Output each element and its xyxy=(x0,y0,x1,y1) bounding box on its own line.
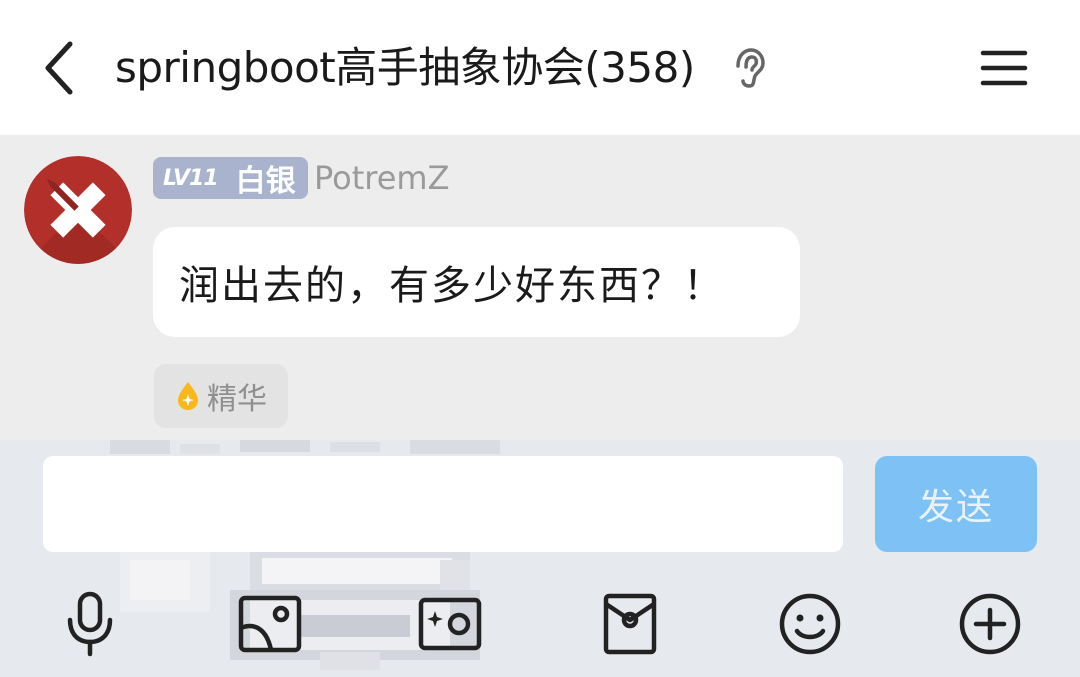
ear-icon[interactable] xyxy=(728,46,768,90)
composer: 发送 xyxy=(0,440,1080,677)
essence-tag[interactable]: 精华 xyxy=(154,364,288,428)
plus-icon[interactable] xyxy=(956,590,1024,658)
chat-area[interactable]: LV11 白银 PotremZ 润出去的，有多少好东西？！ 精华 xyxy=(0,135,1080,440)
avatar[interactable] xyxy=(24,156,132,264)
send-button[interactable]: 发送 xyxy=(875,456,1037,552)
group-title: springboot高手抽象协会(358) xyxy=(115,43,695,92)
essence-drop-icon xyxy=(178,382,198,410)
sender-name[interactable]: PotremZ xyxy=(314,157,450,199)
essence-label: 精华 xyxy=(207,382,267,417)
message-input[interactable] xyxy=(43,456,843,552)
camera-icon[interactable] xyxy=(416,590,484,658)
hamburger-menu-icon xyxy=(980,50,1028,86)
picture-icon[interactable] xyxy=(236,590,304,658)
rank-label: 白银 xyxy=(235,164,296,199)
level-label: LV11 xyxy=(163,165,219,191)
back-button[interactable] xyxy=(30,30,90,106)
level-badge: LV11 白银 xyxy=(153,157,308,199)
emoji-icon[interactable] xyxy=(776,590,844,658)
microphone-icon[interactable] xyxy=(56,590,124,658)
message-bubble[interactable]: 润出去的，有多少好东西？！ xyxy=(153,227,800,337)
menu-button[interactable] xyxy=(972,38,1036,98)
chevron-left-icon xyxy=(45,41,73,95)
chat-header: springboot高手抽象协会(358) xyxy=(0,0,1080,135)
red-packet-icon[interactable] xyxy=(596,590,664,658)
